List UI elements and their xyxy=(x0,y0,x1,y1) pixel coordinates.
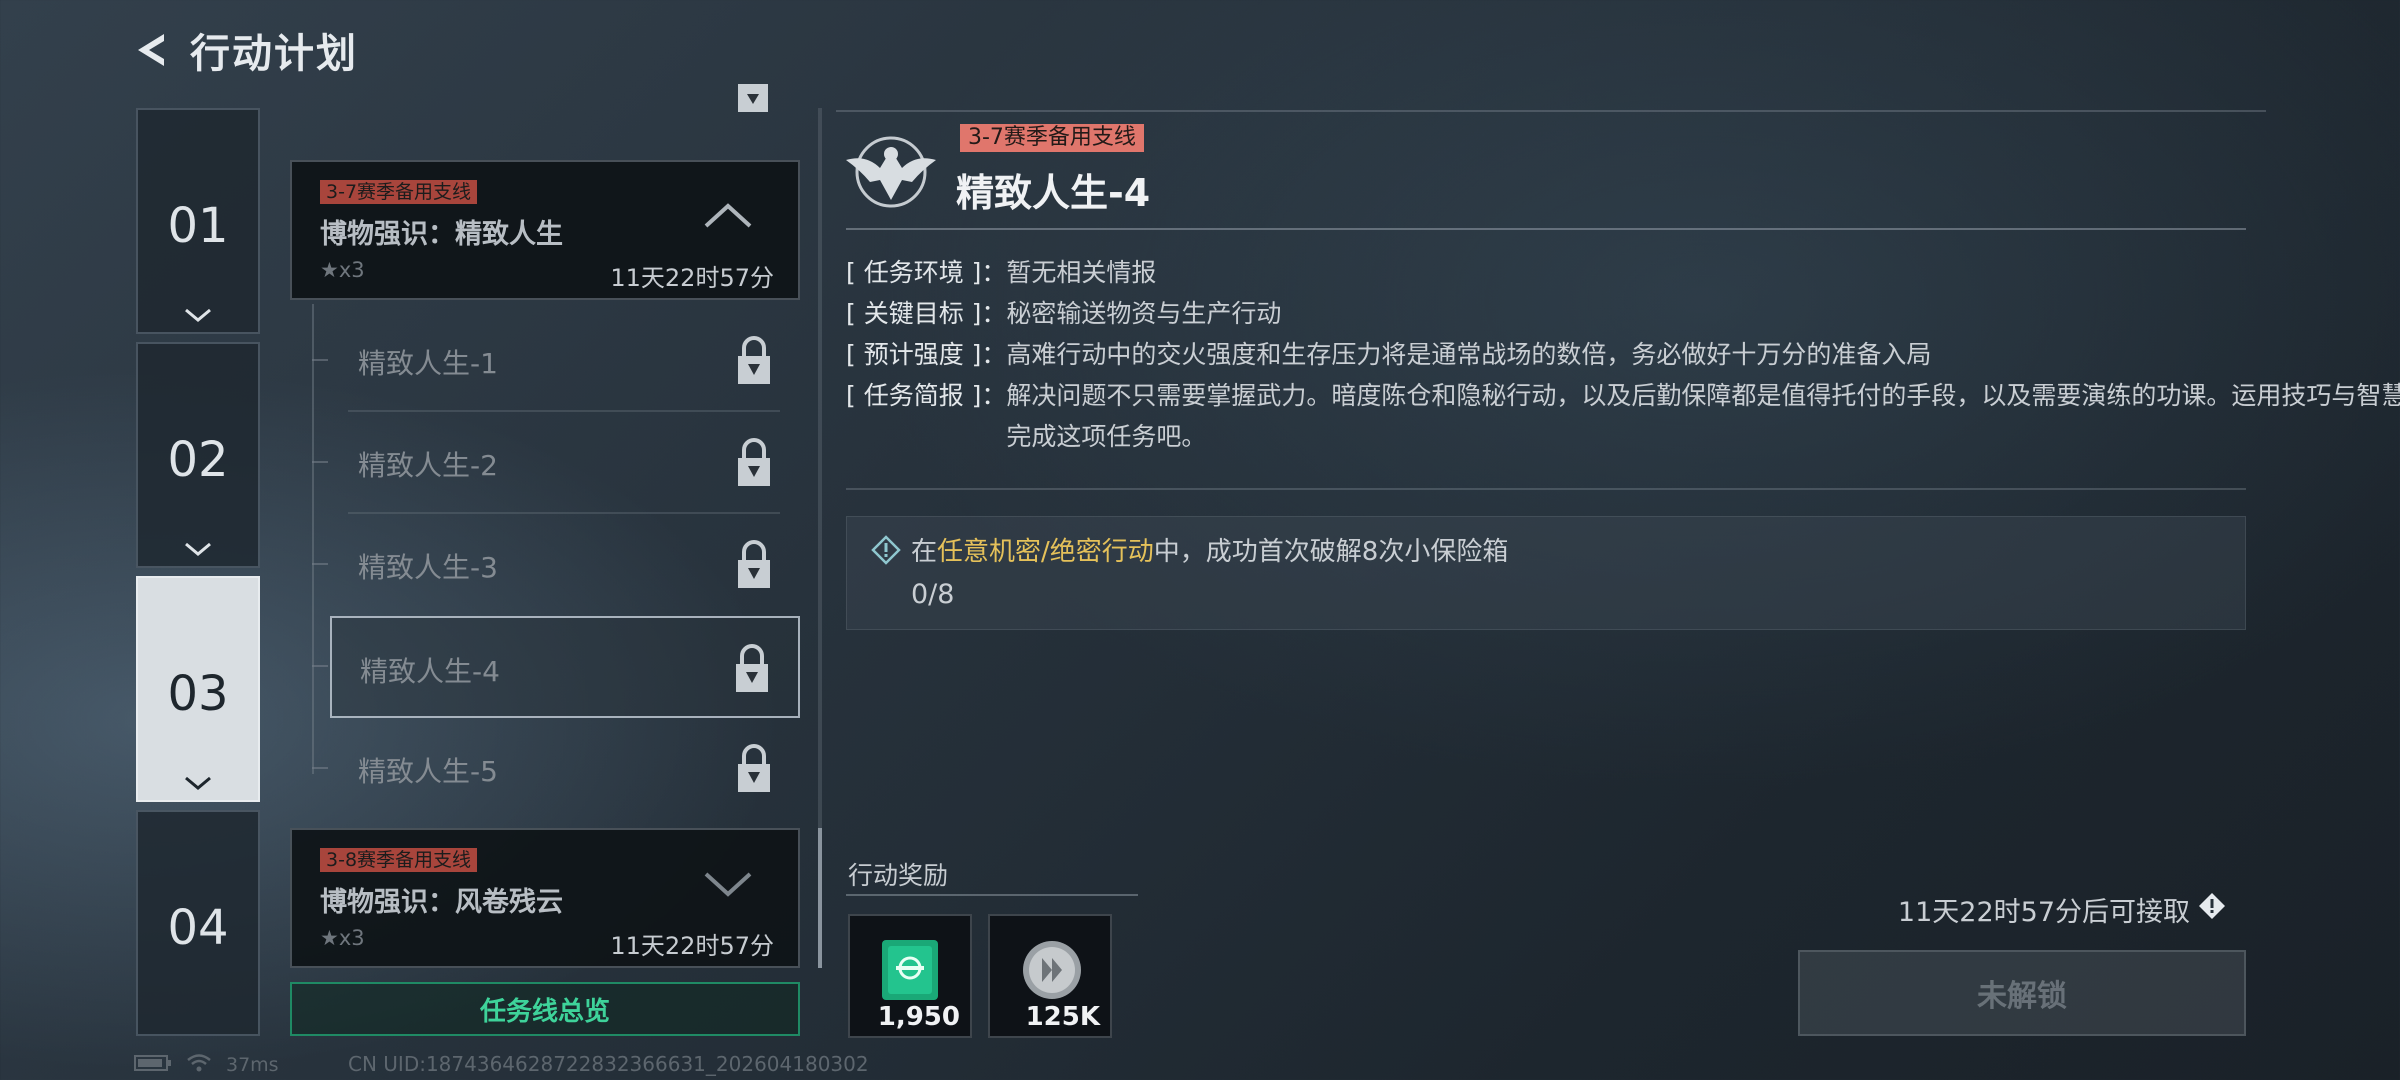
objective-progress: 0/8 xyxy=(911,579,955,610)
battery-icon xyxy=(134,1054,172,1077)
mission-label: 精致人生-2 xyxy=(358,449,498,482)
mission-label: 精致人生-3 xyxy=(358,551,498,584)
season-tag: 3-7赛季备用支线 xyxy=(320,180,478,204)
objective-box: 在任意机密/绝密行动中，成功首次破解8次小保险箱 0/8 xyxy=(846,516,2246,630)
mission-card-next[interactable]: 3-8赛季备用支线 博物强识：风卷残云 ★x3 11天22时57分 xyxy=(290,828,800,968)
uid-text: CN UID:1874364628722832366631_2026041803… xyxy=(348,1052,869,1076)
page-title: 行动计划 xyxy=(190,31,358,77)
star-count: ★x3 xyxy=(320,926,365,950)
reward-label: 行动奖励 xyxy=(848,861,949,890)
tree-tick xyxy=(312,563,328,565)
season-tag: 3-7赛季备用支线 xyxy=(960,124,1144,152)
list-item-mission-4[interactable]: 精致人生-4 xyxy=(330,616,800,718)
scrollbar-thumb[interactable] xyxy=(818,828,822,968)
time-remaining: 11天22时57分 xyxy=(610,932,774,960)
list-scrollbar[interactable] xyxy=(818,108,822,968)
green-card-icon xyxy=(880,938,940,1006)
star-count: ★x3 xyxy=(320,258,365,282)
info-row-objective: [ 关键目标 ]： 秘密输送物资与生产行动 xyxy=(846,293,2246,334)
mission-label: 精致人生-5 xyxy=(358,755,498,788)
chevron-down-icon xyxy=(185,308,211,322)
list-item-mission-5[interactable]: 精致人生-5 xyxy=(330,718,800,820)
info-row-briefing: [ 任务简报 ]： 解决问题不只需要掌握武力。暗度陈仓和隐秘行动，以及后勤保障都… xyxy=(846,375,2400,457)
chapter-03[interactable]: 03 xyxy=(136,576,260,802)
list-item-mission-3[interactable]: 精致人生-3 xyxy=(330,514,800,616)
mission-detail-title: 精致人生-4 xyxy=(956,171,1151,215)
mission-label: 精致人生-1 xyxy=(358,347,498,380)
season-tag: 3-8赛季备用支线 xyxy=(320,848,478,872)
reward-item[interactable]: 125K xyxy=(988,914,1112,1038)
tree-tick xyxy=(312,461,328,463)
chapter-number: 04 xyxy=(167,900,229,956)
lock-icon xyxy=(736,334,772,390)
lock-icon xyxy=(736,436,772,492)
info-value: 秘密输送物资与生产行动 xyxy=(1006,299,1282,328)
reward-quantity: 125K xyxy=(1025,1002,1100,1032)
locked-button[interactable]: 未解锁 xyxy=(1798,950,2246,1036)
tree-line xyxy=(312,304,314,774)
info-key: [ 任务环境 ]： xyxy=(846,258,1007,287)
chevron-down-icon xyxy=(704,872,752,897)
info-row-environment: [ 任务环境 ]： 暂无相关情报 xyxy=(846,252,2246,293)
wifi-icon xyxy=(186,1053,212,1078)
divider xyxy=(846,488,2246,490)
ping-value: 37ms xyxy=(226,1054,279,1076)
info-row-intensity: [ 预计强度 ]： 高难行动中的交火强度和生存压力将是通常战场的数倍，务必做好十… xyxy=(846,334,2246,375)
top-bar: 行动计划 xyxy=(130,22,358,78)
lock-icon xyxy=(736,742,772,798)
info-value: 高难行动中的交火强度和生存压力将是通常战场的数倍，务必做好十万分的准备入局 xyxy=(1006,340,1932,369)
chapter-04[interactable]: 04 xyxy=(136,810,260,1036)
mission-info: [ 任务环境 ]： 暂无相关情报 [ 关键目标 ]： 秘密输送物资与生产行动 [… xyxy=(846,252,2400,457)
availability-label: 11天22时57分后可接取 xyxy=(1897,897,2190,928)
reward-item[interactable]: 1,950 xyxy=(848,914,972,1038)
availability-text: 11天22时57分后可接取 xyxy=(1898,890,2226,929)
chapter-number: 03 xyxy=(167,666,229,722)
objective-text: 在任意机密/绝密行动中，成功首次破解8次小保险箱 xyxy=(911,531,1508,568)
info-key: [ 任务简报 ]： xyxy=(846,381,1007,410)
eagle-emblem-icon xyxy=(836,124,946,220)
objective-prefix: 在 xyxy=(911,537,938,567)
back-arrow-icon[interactable] xyxy=(130,28,174,72)
tree-tick xyxy=(312,767,328,769)
chapter-01[interactable]: 01 xyxy=(136,108,260,334)
divider xyxy=(846,894,1138,896)
divider xyxy=(846,228,2246,230)
lock-icon xyxy=(736,538,772,594)
silver-coin-icon xyxy=(1020,938,1084,1006)
info-diamond-icon[interactable] xyxy=(2198,892,2226,927)
mission-list: 3-7赛季备用支线 博物强识：精致人生 ★x3 11天22时57分 精致人生-1… xyxy=(290,84,802,1036)
tree-tick xyxy=(312,665,328,667)
chevron-down-icon xyxy=(185,776,211,790)
list-item-mission-2[interactable]: 精致人生-2 xyxy=(330,412,800,514)
alert-diamond-icon xyxy=(871,535,901,569)
info-key: [ 关键目标 ]： xyxy=(846,299,1007,328)
chevron-up-icon xyxy=(704,203,752,228)
chapter-02[interactable]: 02 xyxy=(136,342,260,568)
chapter-number: 02 xyxy=(167,432,229,488)
divider xyxy=(836,110,2266,112)
chapter-number: 01 xyxy=(167,198,229,254)
lock-icon xyxy=(736,84,770,118)
mission-label: 精致人生-4 xyxy=(360,655,500,688)
info-key: [ 预计强度 ]： xyxy=(846,340,1007,369)
objective-highlight: 任意机密/绝密行动 xyxy=(937,537,1154,567)
tree-tick xyxy=(312,359,328,361)
time-remaining: 11天22时57分 xyxy=(610,264,774,292)
lock-icon xyxy=(734,642,770,698)
info-value: 解决问题不只需要掌握武力。暗度陈仓和隐秘行动，以及后勤保障都是值得托付的手段，以… xyxy=(1006,381,2400,451)
mission-line-overview-button[interactable]: 任务线总览 xyxy=(290,982,800,1036)
mission-card-current[interactable]: 3-7赛季备用支线 博物强识：精致人生 ★x3 11天22时57分 xyxy=(290,160,800,300)
chevron-down-icon xyxy=(185,542,211,556)
reward-quantity: 1,950 xyxy=(877,1002,960,1032)
list-item-partial[interactable] xyxy=(330,84,800,120)
list-item-mission-1[interactable]: 精致人生-1 xyxy=(330,310,800,412)
objective-suffix: 中，成功首次破解8次小保险箱 xyxy=(1153,537,1509,567)
mission-title: 博物强识：风卷残云 xyxy=(320,887,563,918)
mission-title: 博物强识：精致人生 xyxy=(320,219,563,250)
status-bar: 37ms xyxy=(134,1052,279,1078)
info-value: 暂无相关情报 xyxy=(1006,258,1157,287)
